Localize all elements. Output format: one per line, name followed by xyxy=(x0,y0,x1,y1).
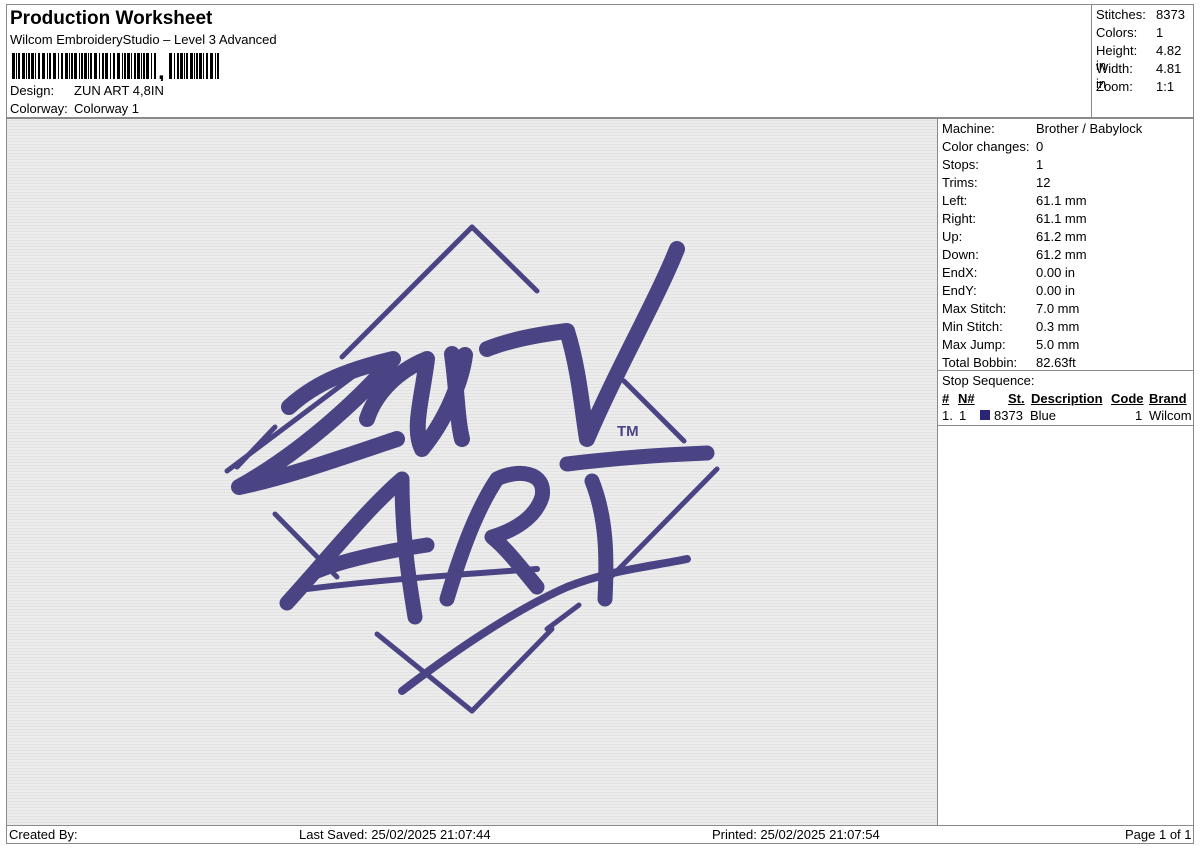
col-header-stitches: St. xyxy=(1008,391,1025,406)
row-brand: Wilcom xyxy=(1149,408,1192,423)
info-label: Max Stitch: xyxy=(942,301,1007,316)
info-label: Left: xyxy=(942,193,968,208)
info-value: 61.1 mm xyxy=(1036,211,1087,226)
info-label: Stops: xyxy=(942,157,979,172)
stat-label: Stitches: xyxy=(1096,7,1146,22)
info-row: Color changes: 0 xyxy=(942,139,1043,154)
info-value: 5.0 mm xyxy=(1036,337,1080,352)
stat-zoom: Zoom: 1:1 xyxy=(1096,79,1174,94)
info-row: Up: 61.2 mm xyxy=(942,229,1087,244)
stat-label: Height: xyxy=(1096,43,1138,58)
info-value: 61.2 mm xyxy=(1036,247,1087,262)
stat-value: 8373 xyxy=(1156,7,1185,22)
svg-text:,: , xyxy=(158,58,165,81)
info-value: 61.1 mm xyxy=(1036,193,1087,208)
info-row: Right: 61.1 mm xyxy=(942,211,1087,226)
divider xyxy=(938,370,1193,371)
machine-info-panel: Machine: Brother / Babylock Color changes:… xyxy=(937,118,1194,826)
info-value: 0 xyxy=(1036,139,1044,154)
info-label: Min Stitch: xyxy=(942,319,1003,334)
info-row: Trims: 12 xyxy=(942,175,1050,190)
info-label: EndX: xyxy=(942,265,978,280)
stop-sequence-title: Stop Sequence: xyxy=(942,373,1035,388)
barcode-icon: , xyxy=(12,53,219,81)
stat-value: 1 xyxy=(1156,25,1164,40)
info-value: 82.63ft xyxy=(1036,355,1076,370)
col-header-index: # xyxy=(942,391,950,406)
info-label: Right: xyxy=(942,211,976,226)
col-header-code: Code xyxy=(1111,391,1144,406)
row-index: 1. xyxy=(942,408,953,423)
row-code: 1 xyxy=(1135,408,1143,423)
design-row: Design: ZUN ART 4,8IN xyxy=(10,83,164,98)
printed-date: Printed: 25/02/2025 21:07:54 xyxy=(712,827,880,842)
info-value: 1 xyxy=(1036,157,1044,172)
info-value: 7.0 mm xyxy=(1036,301,1080,316)
thread-color-swatch xyxy=(980,410,990,420)
info-label: Down: xyxy=(942,247,979,262)
colorway-label: Colorway: xyxy=(10,101,68,116)
info-row: EndX: 0.00 in xyxy=(942,265,1075,280)
col-header-brand: Brand xyxy=(1149,391,1187,406)
info-value: 0.3 mm xyxy=(1036,319,1080,334)
info-row: Min Stitch: 0.3 mm xyxy=(942,319,1079,334)
last-saved: Last Saved: 25/02/2025 21:07:44 xyxy=(299,827,491,842)
stat-stitches: Stitches: 8373 xyxy=(1096,7,1185,22)
info-label: Max Jump: xyxy=(942,337,1006,352)
info-row: Total Bobbin: 82.63ft xyxy=(942,355,1076,370)
stat-value: 1:1 xyxy=(1156,79,1175,94)
stat-colors: Colors: 1 xyxy=(1096,25,1163,40)
col-header-description: Description xyxy=(1031,391,1103,406)
design-preview: TM xyxy=(6,118,938,826)
stat-label: Width: xyxy=(1096,61,1133,76)
info-row: EndY: 0.00 in xyxy=(942,283,1075,298)
software-name: Wilcom EmbroideryStudio – Level 3 Advanc… xyxy=(10,32,277,47)
info-value: 0.00 in xyxy=(1036,283,1076,298)
embroidery-design-image: TM xyxy=(7,119,937,825)
row-description: Blue xyxy=(1030,408,1057,423)
colorway-row: Colorway: Colorway 1 xyxy=(10,101,139,116)
colorway-value: Colorway 1 xyxy=(74,101,140,116)
trademark-mark: TM xyxy=(617,423,639,440)
divider xyxy=(938,425,1193,426)
info-row: Max Stitch: 7.0 mm xyxy=(942,301,1079,316)
col-header-needle: N# xyxy=(958,391,975,406)
info-row: Left: 61.1 mm xyxy=(942,193,1087,208)
stat-label: Zoom: xyxy=(1096,79,1133,94)
info-label: Machine: xyxy=(942,121,995,136)
stat-label: Colors: xyxy=(1096,25,1138,40)
info-label: Color changes: xyxy=(942,139,1030,154)
info-row: Stops: 1 xyxy=(942,157,1043,172)
info-value: Brother / Babylock xyxy=(1036,121,1143,136)
info-row: Down: 61.2 mm xyxy=(942,247,1087,262)
info-value: 61.2 mm xyxy=(1036,229,1087,244)
worksheet-footer: Created By: Last Saved: 25/02/2025 21:07… xyxy=(6,825,1194,844)
info-label: Trims: xyxy=(942,175,978,190)
created-by: Created By: xyxy=(9,827,78,842)
info-value: 12 xyxy=(1036,175,1051,190)
worksheet-title: Production Worksheet xyxy=(10,8,213,29)
page-number: Page 1 of 1 xyxy=(1125,827,1192,842)
row-stitches: 8373 xyxy=(994,408,1023,423)
info-row: Max Jump: 5.0 mm xyxy=(942,337,1079,352)
design-value: ZUN ART 4,8IN xyxy=(74,83,164,98)
info-label: Up: xyxy=(942,229,963,244)
row-needle: 1 xyxy=(959,408,967,423)
design-label: Design: xyxy=(10,83,55,98)
info-row: Machine: Brother / Babylock xyxy=(942,121,1142,136)
stats-box: Stitches: 8373 Colors: 1 Height: 4.82 in Wi… xyxy=(1091,5,1195,118)
info-label: EndY: xyxy=(942,283,977,298)
info-label: Total Bobbin: xyxy=(942,355,1018,370)
info-value: 0.00 in xyxy=(1036,265,1076,280)
worksheet-header: Production Worksheet Wilcom EmbroiderySt… xyxy=(6,4,1194,118)
